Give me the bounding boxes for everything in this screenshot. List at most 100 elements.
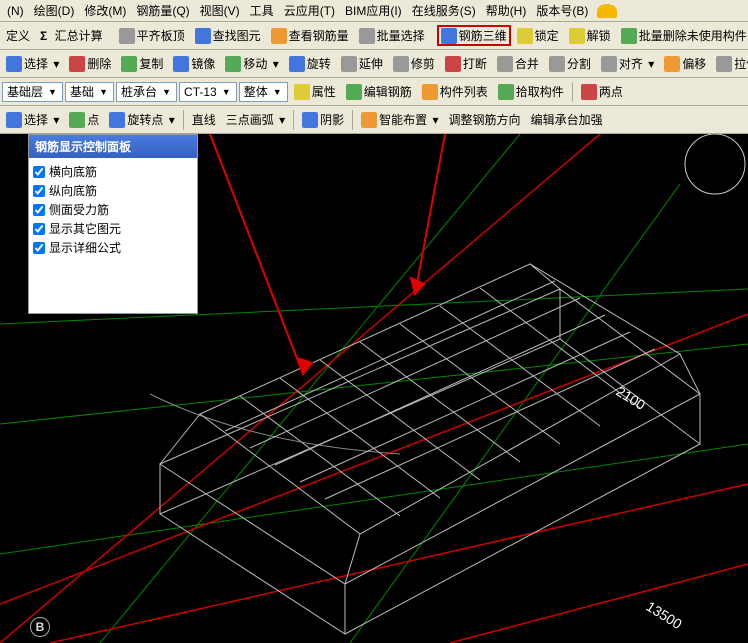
flat-top-button[interactable]: 平齐板顶 xyxy=(115,25,189,46)
offset-icon xyxy=(664,56,680,72)
edit-rebar-button[interactable]: 编辑钢筋 xyxy=(342,81,416,102)
rotate-point-button[interactable]: 旋转点 ▾ xyxy=(105,109,178,130)
adjust-direction-button[interactable]: 调整钢筋方向 xyxy=(445,109,525,130)
copy-icon xyxy=(121,56,137,72)
point-icon xyxy=(69,112,85,128)
checkbox[interactable] xyxy=(33,223,45,235)
menu-item[interactable]: 版本号(B) xyxy=(531,0,593,21)
move-icon xyxy=(225,56,241,72)
menu-item[interactable]: 绘图(D) xyxy=(29,0,80,21)
line-button[interactable]: 直线 xyxy=(188,109,220,130)
smart-icon xyxy=(361,112,377,128)
dim-13500: 13500 xyxy=(643,598,685,632)
props-icon xyxy=(294,84,310,100)
check-item[interactable]: 横向底筋 xyxy=(33,162,193,181)
shadow-icon xyxy=(302,112,318,128)
point-button[interactable]: 点 xyxy=(65,109,103,130)
menu-item[interactable]: BIM应用(I) xyxy=(340,0,407,21)
axis-badge: B xyxy=(30,617,50,637)
copy-button[interactable]: 复制 xyxy=(117,53,167,74)
arc-button[interactable]: 三点画弧 ▾ xyxy=(222,109,289,130)
smart-layout-button[interactable]: 智能布置 ▾ xyxy=(357,109,442,130)
offset-button[interactable]: 偏移 xyxy=(660,53,710,74)
edit-cap-reinf-button[interactable]: 编辑承台加强 xyxy=(527,109,607,130)
menu-item[interactable]: 在线服务(S) xyxy=(407,0,481,21)
cube-icon xyxy=(441,28,457,44)
menu-item[interactable]: 视图(V) xyxy=(195,0,245,21)
flat-icon xyxy=(119,28,135,44)
code-dropdown[interactable]: CT-13▼ xyxy=(179,82,237,102)
check-item[interactable]: 侧面受力筋 xyxy=(33,200,193,219)
stretch-icon xyxy=(716,56,732,72)
extend-button[interactable]: 延伸 xyxy=(337,53,387,74)
align-button[interactable]: 对齐 ▾ xyxy=(597,53,658,74)
unlock-button[interactable]: 解锁 xyxy=(565,25,615,46)
hardhat-icon xyxy=(597,4,617,18)
checkbox[interactable] xyxy=(33,242,45,254)
merge-icon xyxy=(497,56,513,72)
check-item[interactable]: 纵向底筋 xyxy=(33,181,193,200)
break-icon xyxy=(445,56,461,72)
viewport-3d[interactable]: 2100 13500 钢筋显示控制面板 横向底筋 纵向底筋 侧面受力筋 显示其它… xyxy=(0,134,748,643)
toolbar-member: 基础层▼ 基础▼ 桩承台▼ CT-13▼ 整体▼ 属性 编辑钢筋 构件列表 拾取… xyxy=(0,78,748,106)
pick-member-button[interactable]: 拾取构件 xyxy=(494,81,568,102)
check-item[interactable]: 显示其它图元 xyxy=(33,219,193,238)
member-list-button[interactable]: 构件列表 xyxy=(418,81,492,102)
align-icon xyxy=(601,56,617,72)
find-element-button[interactable]: 查找图元 xyxy=(191,25,265,46)
lock-button[interactable]: 锁定 xyxy=(513,25,563,46)
checkbox[interactable] xyxy=(33,166,45,178)
dim-2100: 2100 xyxy=(613,383,648,413)
select-button[interactable]: 选择 ▾ xyxy=(2,53,63,74)
edit-icon xyxy=(346,84,362,100)
rotate-icon xyxy=(289,56,305,72)
menu-item[interactable]: 修改(M) xyxy=(79,0,131,21)
trim-button[interactable]: 修剪 xyxy=(389,53,439,74)
break-button[interactable]: 打断 xyxy=(441,53,491,74)
toolbar-edit: 选择 ▾ 删除 复制 镜像 移动 ▾ 旋转 延伸 修剪 打断 合并 分割 对齐 … xyxy=(0,50,748,78)
rotate-button[interactable]: 旋转 xyxy=(285,53,335,74)
check-item[interactable]: 显示详细公式 xyxy=(33,238,193,257)
lock-icon xyxy=(517,28,533,44)
search-icon xyxy=(195,28,211,44)
trim-icon xyxy=(393,56,409,72)
two-point-button[interactable]: 两点 xyxy=(577,81,627,102)
subtype-dropdown[interactable]: 桩承台▼ xyxy=(116,82,177,102)
shadow-button[interactable]: 阴影 xyxy=(298,109,348,130)
batch-delete-button[interactable]: 批量删除未使用构件 xyxy=(617,25,748,46)
batch-select-button[interactable]: 批量选择 xyxy=(355,25,429,46)
menubar: (N) 绘图(D) 修改(M) 钢筋量(Q) 视图(V) 工具 云应用(T) B… xyxy=(0,0,748,22)
menu-item[interactable]: 云应用(T) xyxy=(279,0,340,21)
menu-item[interactable]: 工具 xyxy=(245,0,279,21)
menu-item[interactable]: 钢筋量(Q) xyxy=(131,0,194,21)
rebar-display-panel[interactable]: 钢筋显示控制面板 横向底筋 纵向底筋 侧面受力筋 显示其它图元 显示详细公式 xyxy=(28,134,198,314)
view-rebar-button[interactable]: 查看钢筋量 xyxy=(267,25,353,46)
props-button[interactable]: 属性 xyxy=(290,81,340,102)
pick-icon xyxy=(498,84,514,100)
sum-button[interactable]: Σ 汇总计算 xyxy=(36,25,107,46)
move-button[interactable]: 移动 ▾ xyxy=(221,53,282,74)
mirror-button[interactable]: 镜像 xyxy=(169,53,219,74)
merge-button[interactable]: 合并 xyxy=(493,53,543,74)
cursor-icon xyxy=(6,56,22,72)
checkbox[interactable] xyxy=(33,204,45,216)
category-dropdown[interactable]: 基础▼ xyxy=(65,82,114,102)
unlock-icon xyxy=(569,28,585,44)
define-button[interactable]: 定义 xyxy=(2,25,34,46)
scope-dropdown[interactable]: 整体▼ xyxy=(239,82,288,102)
select2-button[interactable]: 选择 ▾ xyxy=(2,109,63,130)
split-icon xyxy=(549,56,565,72)
panel-title: 钢筋显示控制面板 xyxy=(29,135,197,158)
rebar-3d-button[interactable]: 钢筋三维 xyxy=(437,25,511,46)
menu-item[interactable]: (N) xyxy=(2,2,29,20)
delete-button[interactable]: 删除 xyxy=(65,53,115,74)
delete-icon xyxy=(69,56,85,72)
layer-dropdown[interactable]: 基础层▼ xyxy=(2,82,63,102)
broom-icon xyxy=(621,28,637,44)
split-button[interactable]: 分割 xyxy=(545,53,595,74)
rebar-icon xyxy=(271,28,287,44)
checkbox[interactable] xyxy=(33,185,45,197)
panel-body: 横向底筋 纵向底筋 侧面受力筋 显示其它图元 显示详细公式 xyxy=(29,158,197,313)
menu-item[interactable]: 帮助(H) xyxy=(481,0,532,21)
stretch-button[interactable]: 拉伸 ▾ xyxy=(712,53,748,74)
